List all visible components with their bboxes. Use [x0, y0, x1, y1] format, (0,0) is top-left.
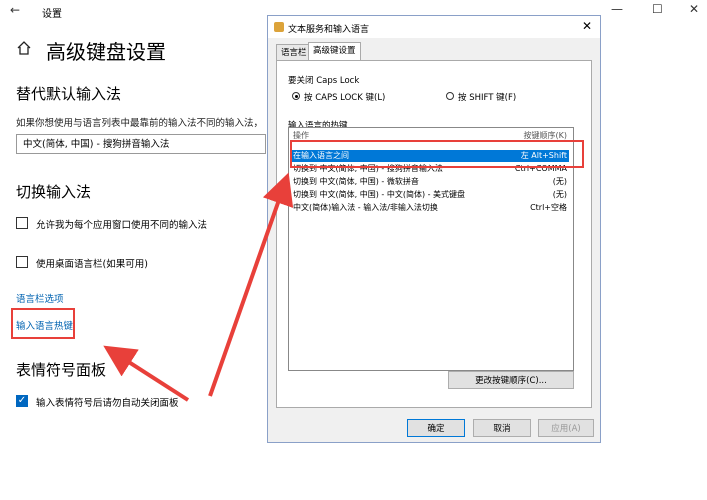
arrow-to-dialog [208, 172, 294, 397]
annotation-arrows [103, 172, 294, 402]
arrow-to-link [103, 345, 190, 402]
